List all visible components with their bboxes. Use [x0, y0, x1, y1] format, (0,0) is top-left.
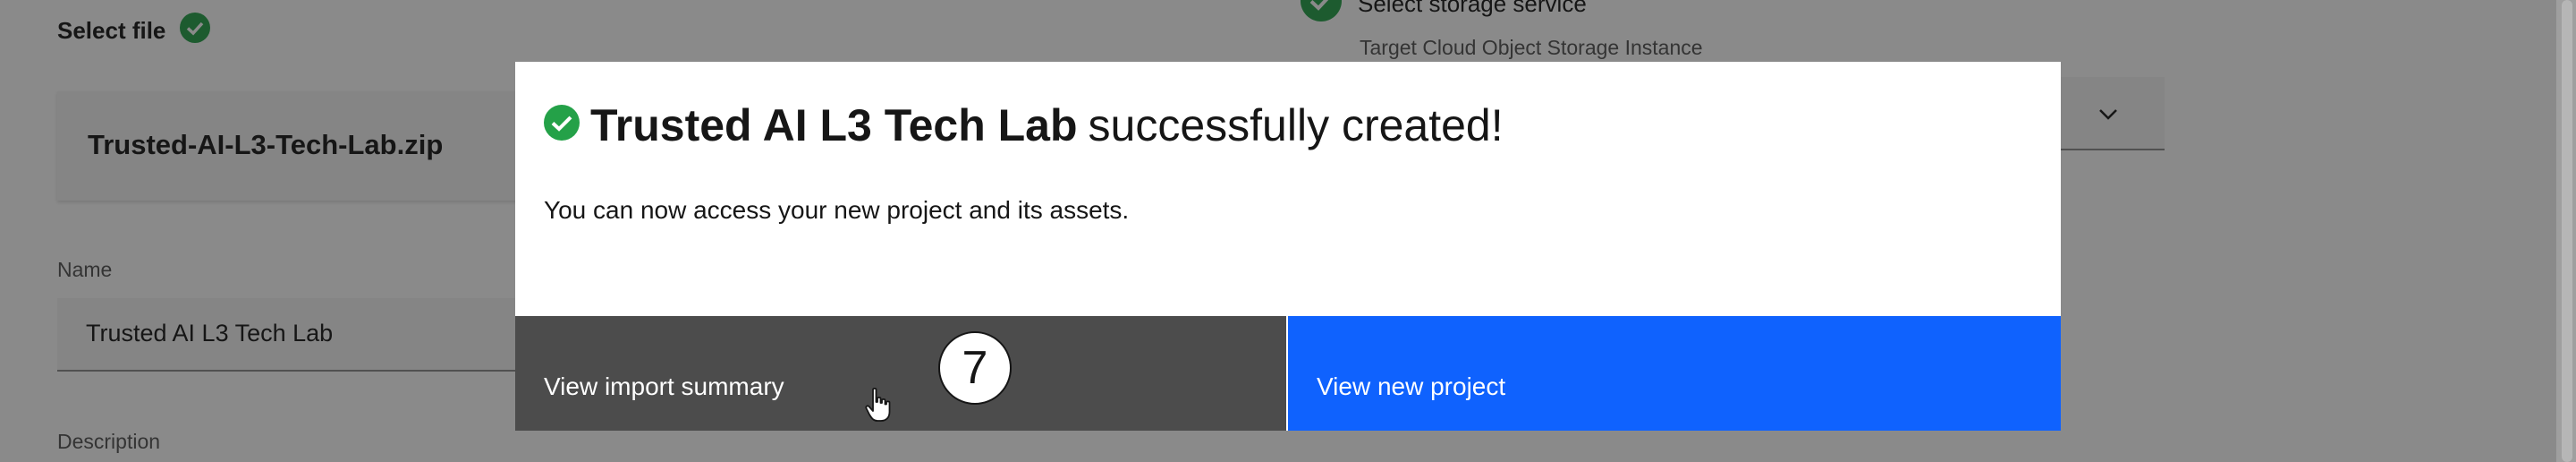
view-import-summary-button[interactable]: View import summary	[515, 316, 1288, 431]
page: Select file Trusted-AI-L3-Tech-Lab.zip N…	[0, 0, 2576, 462]
scrollbar-thumb[interactable]	[2562, 0, 2572, 462]
modal-title-status: successfully created!	[1088, 100, 1504, 150]
view-new-project-button[interactable]: View new project	[1288, 316, 2061, 431]
modal-title-project: Trusted AI L3 Tech Lab	[590, 100, 1078, 150]
success-modal: Trusted AI L3 Tech Lab successfully crea…	[515, 62, 2061, 431]
modal-title: Trusted AI L3 Tech Lab successfully crea…	[544, 99, 1504, 151]
modal-body: You can now access your new project and …	[544, 196, 1130, 224]
checkmark-filled-icon	[544, 99, 580, 151]
hand-pointer-icon	[865, 387, 892, 427]
modal-footer: View import summary View new project	[515, 316, 2061, 431]
step-badge: 7	[938, 331, 1012, 405]
scrollbar[interactable]	[2556, 0, 2576, 462]
